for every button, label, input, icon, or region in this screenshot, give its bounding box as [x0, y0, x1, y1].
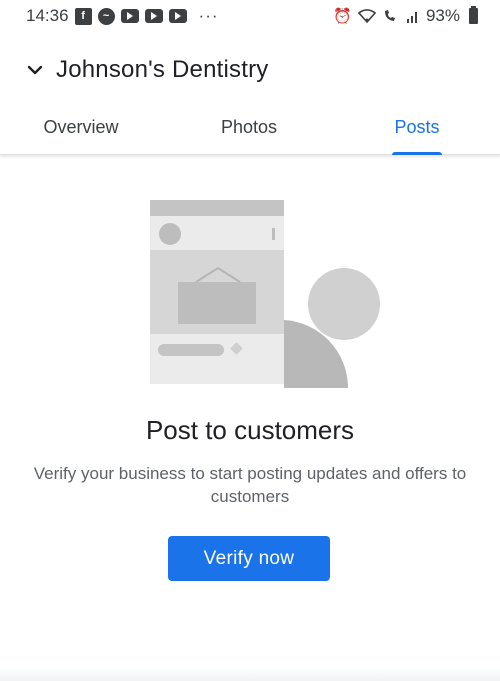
bottom-shadow	[0, 667, 500, 681]
facebook-icon: f	[74, 7, 92, 25]
status-time: 14:36	[26, 6, 69, 25]
youtube-icon	[168, 9, 187, 23]
youtube-icon	[120, 9, 139, 23]
empty-state-heading: Post to customers	[145, 415, 355, 445]
volte-signal-icon	[384, 10, 395, 21]
tab-photos[interactable]: Photos	[190, 100, 308, 154]
youtube-icon	[144, 9, 163, 23]
alarm-icon: ⏰	[333, 8, 352, 25]
header: Johnson's Dentistry	[0, 50, 500, 90]
verify-now-button[interactable]: Verify now	[168, 536, 330, 581]
more-notifications-icon: ···	[198, 6, 219, 25]
business-title: Johnson's Dentistry	[56, 56, 269, 83]
wifi-icon	[357, 9, 376, 24]
signal-bars-icon	[406, 12, 417, 23]
messenger-icon: ~	[97, 7, 115, 25]
battery-percent: 93%	[425, 6, 460, 25]
tab-bar: Overview Photos Posts	[0, 100, 500, 155]
tab-posts[interactable]: Posts	[392, 100, 442, 155]
status-bar: 14:36 f ~ ··· ⏰ 93%	[0, 0, 500, 32]
empty-state-description: Verify your business to start posting up…	[33, 464, 467, 506]
status-left: 14:36 f ~ ···	[26, 6, 219, 26]
post-illustration	[148, 198, 384, 388]
status-right: ⏰ 93%	[333, 6, 478, 26]
battery-icon	[469, 6, 478, 24]
tab-overview[interactable]: Overview	[22, 100, 140, 154]
chevron-down-icon[interactable]	[26, 61, 44, 79]
